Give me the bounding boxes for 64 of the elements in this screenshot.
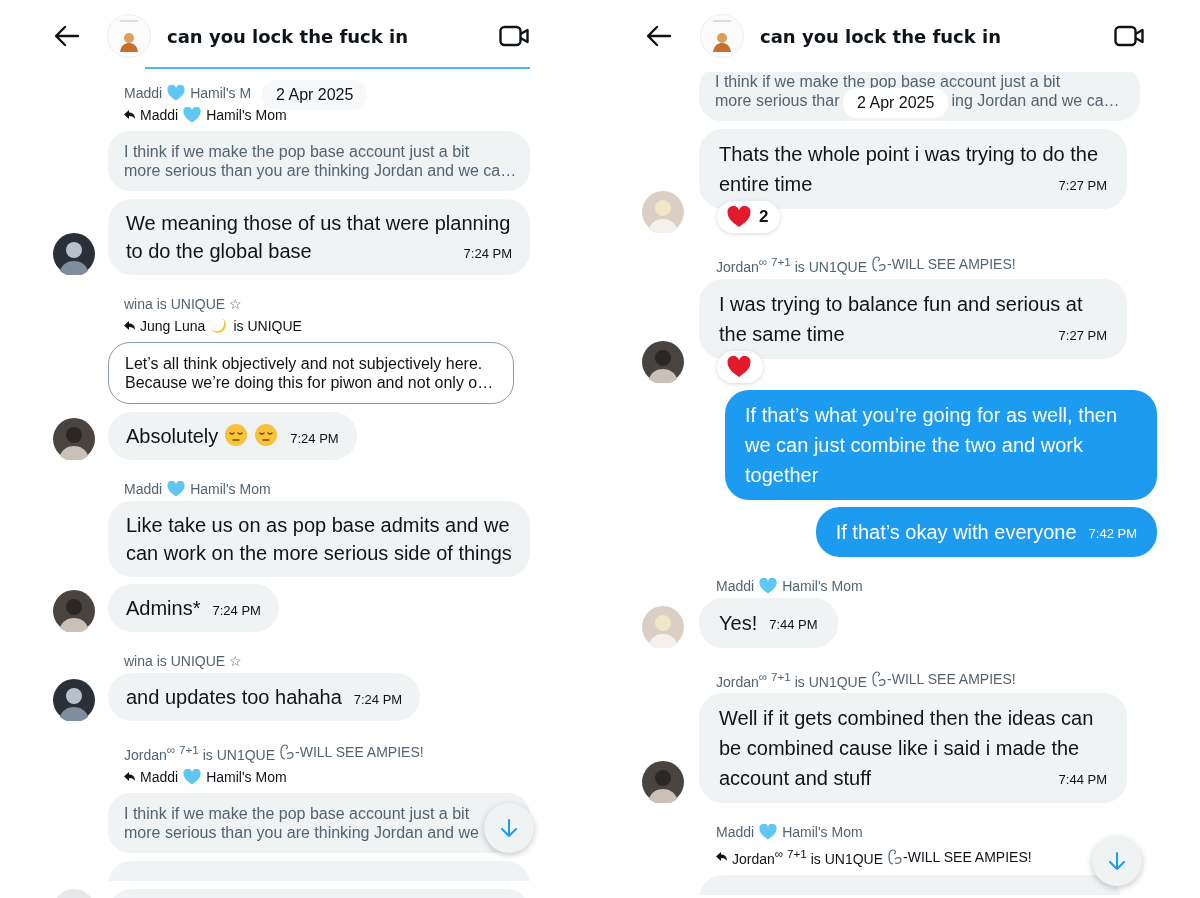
sender-name: -WILL SEE AMPIES! xyxy=(295,743,424,763)
message-bubble: We meaning those of us that were planning to do the global base 7:24 PM xyxy=(108,199,530,275)
quoted-message[interactable]: I think if we make the pop base account just a bit more serious than you are thinking Jordan and we ca… xyxy=(108,131,530,191)
reply-to-name: Jung Luna xyxy=(140,317,206,336)
emoji-icon xyxy=(224,423,249,447)
reply-to-name: Hamil's Mom xyxy=(206,767,287,787)
sender-name: wina is UNIQUE ☆ xyxy=(124,295,243,314)
chat-title: can you lock the fuck in xyxy=(760,25,1002,47)
message-bubble: If that’s what you’re going for as well, then we can just combine the two and work together xyxy=(725,389,1157,500)
quoted-message[interactable]: Let’s all think objectively and not subjectively here. Because we’re doing this for piwon and not only o… xyxy=(108,342,514,404)
heart-icon xyxy=(167,85,186,101)
reply-to-name: -WILL SEE AMPIES! xyxy=(903,847,1032,867)
scroll-down-button[interactable] xyxy=(1092,836,1142,886)
message-bubble: If that’s okay with everyone 7:42 PM xyxy=(815,506,1157,557)
message-bubble: Well if it gets combined then the ideas can be combined cause like i said i made the account and stuff 7:44 PM xyxy=(699,693,1127,804)
reply-to-name: Maddi xyxy=(140,106,179,125)
sender-name: Hamil's Mom xyxy=(782,576,863,596)
swirl-icon xyxy=(280,744,295,761)
reaction-chip[interactable]: 2 xyxy=(717,201,781,233)
sender-name: Jordan$^{∞}$ $^{7+1}$ is UN1QUE xyxy=(716,668,868,692)
emoji-icon xyxy=(254,423,279,447)
heart-icon xyxy=(759,577,778,594)
quoted-message[interactable]: I think if we make the pop base account just a bit more serious than you are thinking Jordan and we xyxy=(108,792,530,853)
swirl-icon xyxy=(888,848,903,865)
reply-to-name: Jordan$^{∞}$ $^{7+1}$ is UN1QUE xyxy=(732,846,884,869)
sender-name: Maddi xyxy=(124,84,163,103)
sender-name: -WILL SEE AMPIES! xyxy=(887,670,1016,689)
reply-icon xyxy=(124,321,135,331)
sender-name: Jordan$^{∞}$ $^{7+1}$ is UN1QUE xyxy=(124,742,276,765)
reply-to-name: is UNIQUE xyxy=(233,317,302,336)
sender-name: wina is UNIQUE ☆ xyxy=(124,652,243,671)
heart-icon xyxy=(183,107,202,123)
sender-name: Maddi xyxy=(716,576,755,596)
chat-title: can you lock the fuck in xyxy=(167,25,409,47)
message-bubble: Like take us on as pop base admits and we can work on the more serious side of things xyxy=(108,501,530,577)
date-toast: 2 Apr 2025 xyxy=(843,88,949,118)
sender-name: Maddi xyxy=(124,480,163,499)
message-bubble: Yes! 7:44 PM xyxy=(699,597,838,648)
reply-icon xyxy=(716,851,727,862)
message-bubble: Admins* 7:24 PM xyxy=(108,584,279,632)
swirl-icon xyxy=(872,671,887,687)
message-bubble: I was trying to balance fun and serious at the same time 7:27 PM xyxy=(699,278,1127,359)
moon-icon xyxy=(210,317,229,335)
heart-icon xyxy=(183,768,202,785)
heart-icon xyxy=(167,481,186,497)
message-bubble: and updates too hahaha 7:24 PM xyxy=(108,673,421,721)
arrow-down-icon xyxy=(1108,851,1126,871)
reply-to-name: Maddi xyxy=(140,767,179,787)
message-bubble: Thats the whole point i was trying to do the entire time 7:27 PM xyxy=(699,129,1127,209)
sender-name: Maddi xyxy=(716,823,755,843)
reply-icon xyxy=(124,110,135,120)
sender-name: Hamil's Mom xyxy=(782,823,863,843)
arrow-down-icon xyxy=(500,818,518,838)
heart-icon xyxy=(759,824,778,841)
heart-icon xyxy=(727,355,751,378)
date-toast: 2 Apr 2025 xyxy=(262,80,368,110)
sender-name: Hamil's Mom xyxy=(190,480,271,499)
sender-name: -WILL SEE AMPIES! xyxy=(887,255,1016,275)
sender-name: Hamil's M xyxy=(190,84,252,103)
sender-name: Jordan$^{∞}$ $^{7+1}$ is UN1QUE xyxy=(716,254,868,277)
heart-icon xyxy=(727,206,751,228)
message-bubble: Absolutely 7:24 PM xyxy=(108,412,357,460)
swirl-icon xyxy=(872,256,887,273)
reply-icon xyxy=(124,771,135,782)
